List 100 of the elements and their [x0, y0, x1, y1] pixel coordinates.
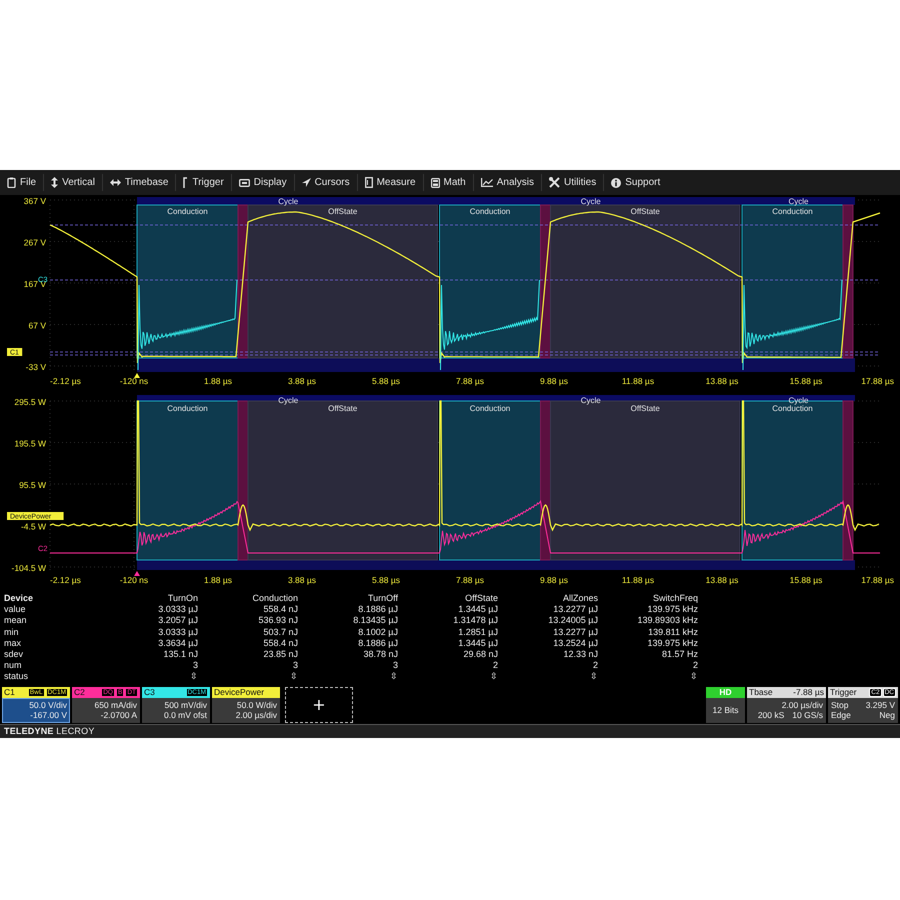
table-cell-text: ⇳: [589, 671, 598, 683]
menu-item[interactable]: Vertical: [44, 174, 103, 191]
axis-label: -104.5 W: [12, 563, 46, 573]
readout-value: Edge: [831, 710, 851, 721]
axis-label: 3.88 µs: [288, 376, 316, 386]
axis-label: -4.5 W: [20, 522, 46, 532]
menu-item[interactable]: Analysis: [474, 174, 542, 191]
readout-value: 3.295 V: [866, 700, 895, 710]
table-cell-text: 3.3634 µJ: [157, 638, 198, 650]
table-cell-text: 13.2277 µJ: [552, 604, 598, 616]
menu-item[interactable]: Math: [424, 174, 474, 191]
channel-readout[interactable]: 50.0 W/div 2.00 µs/div: [212, 698, 280, 723]
axis-label: 13.88 µs: [706, 575, 738, 585]
axis-label: 9.88 µs: [540, 575, 568, 585]
readout-value: -2.0700 A: [100, 710, 137, 721]
axis-label: 5.88 µs: [372, 376, 400, 386]
trigger-readout[interactable]: Stop 3.295 V Edge Neg: [828, 698, 898, 723]
axis-label: 5.88 µs: [372, 575, 400, 585]
table-cell-text: 23.85 nJ: [262, 649, 298, 660]
table-cell-text: ⇳: [189, 671, 198, 683]
axis-label: 11.88 µs: [622, 376, 654, 386]
table-cell-text: 2: [692, 660, 698, 672]
table-cell-text: 29.68 nJ: [462, 649, 498, 660]
row-label: sdev: [4, 649, 24, 660]
axis-label: 3.88 µs: [288, 575, 316, 585]
axis-label: 13.88 µs: [706, 376, 738, 386]
table-cell-text: 8.1886 µJ: [357, 604, 398, 616]
axis-label: -120 ns: [120, 376, 148, 386]
table-cell-text: 8.1886 µJ: [357, 638, 398, 650]
brand-logo: TELEDYNE LECROY: [4, 726, 95, 736]
row-label: max: [4, 638, 22, 650]
row-label: mean: [4, 615, 28, 627]
channel-readout[interactable]: 500 mV/div 0.0 mV ofst: [142, 698, 210, 723]
channel-readout[interactable]: 50.0 V/div -167.00 V: [2, 698, 70, 723]
axis-label: 295.5 W: [14, 397, 46, 407]
menu-item[interactable]: Support: [604, 174, 668, 191]
table-cell-text: 2: [592, 660, 598, 672]
axis-label: 1.88 µs: [204, 575, 232, 585]
row-label: min: [4, 626, 20, 638]
axis-label: -33 V: [26, 362, 46, 372]
table-cell-text: 81.57 Hz: [660, 649, 698, 660]
trigger-marker-icon: [134, 373, 140, 378]
readout-value: 500 mV/div: [164, 700, 207, 710]
row-label: status: [4, 671, 30, 683]
column-header: SwitchFreq: [652, 593, 698, 604]
row-label: num: [4, 660, 23, 672]
channel-header[interactable]: DevicePower: [212, 686, 280, 698]
table-cell-text: 1.3445 µJ: [457, 604, 498, 616]
readout-value: 650 mA/div: [94, 700, 137, 710]
table-cell-text: ⇳: [489, 671, 498, 683]
table-cell-text: 139.975 kHz: [646, 604, 698, 616]
readout-value: 200 kS: [758, 710, 784, 721]
readout-value: Neg: [879, 710, 895, 721]
table-cell-text: 536.93 nJ: [257, 615, 298, 627]
axis-label: 195.5 W: [14, 438, 46, 448]
table-cell-text: 13.2277 µJ: [552, 626, 598, 638]
table-cell-text: 135.1 nJ: [162, 649, 198, 660]
zone-label: OffState: [630, 207, 660, 216]
column-header: OffState: [464, 593, 498, 604]
zone-label: Conduction: [470, 207, 510, 216]
axis-label: -2.12 µs: [50, 376, 81, 386]
axis-label: 15.88 µs: [790, 376, 822, 386]
zone-label: Conduction: [772, 404, 813, 413]
table-cell-text: ⇳: [689, 671, 698, 683]
timebase-readout[interactable]: 2.00 µs/div 200 kS 10 GS/s: [747, 698, 826, 723]
cycle-label: Cycle: [788, 197, 808, 206]
readout-value: 2.00 µs/div: [236, 710, 277, 721]
table-cell-text: ⇳: [289, 671, 298, 683]
flag-icon: [183, 177, 188, 188]
table-cell-text: 13.24005 µJ: [547, 615, 598, 627]
menu-item[interactable]: File: [0, 174, 44, 191]
channel-label: C3: [144, 687, 155, 698]
table-cell-text: 3.0333 µJ: [157, 604, 198, 616]
menu-item[interactable]: Timebase: [102, 174, 176, 191]
zone-label: Conduction: [772, 207, 813, 216]
acquisition-readout[interactable]: 12 Bits: [706, 698, 745, 723]
channel-readout[interactable]: 650 mA/div -2.0700 A: [72, 698, 140, 723]
table-cell-text: 8.1002 µJ: [357, 626, 398, 638]
axis-label: 67 V: [28, 320, 46, 330]
zone-label: OffState: [630, 404, 660, 413]
readout-value: -167.00 V: [30, 710, 67, 721]
axis-label: -120 ns: [120, 575, 148, 585]
menu-item[interactable]: Display: [232, 174, 295, 191]
menu-item[interactable]: Measure: [358, 174, 424, 191]
zone-label: OffState: [328, 404, 358, 413]
table-cell-text: 139.811 kHz: [647, 626, 698, 638]
menu-item[interactable]: Cursors: [294, 174, 358, 191]
trigger-marker-icon: [134, 571, 140, 576]
table-cell-text: 38.78 nJ: [362, 649, 398, 660]
add-channel-button[interactable]: +: [285, 686, 353, 723]
menu-item[interactable]: Trigger: [176, 174, 232, 191]
document-icon: [364, 177, 373, 188]
cycle-label: Cycle: [580, 197, 601, 206]
cycle-label: Cycle: [788, 396, 808, 405]
cycle-label: Cycle: [278, 197, 298, 206]
menu-item[interactable]: Utilities: [542, 174, 604, 191]
column-header: TurnOn: [166, 593, 198, 604]
table-cell-text: 3: [292, 660, 298, 672]
readout-value: 50.0 V/div: [29, 700, 67, 710]
readout-value: 50.0 W/div: [236, 700, 277, 710]
